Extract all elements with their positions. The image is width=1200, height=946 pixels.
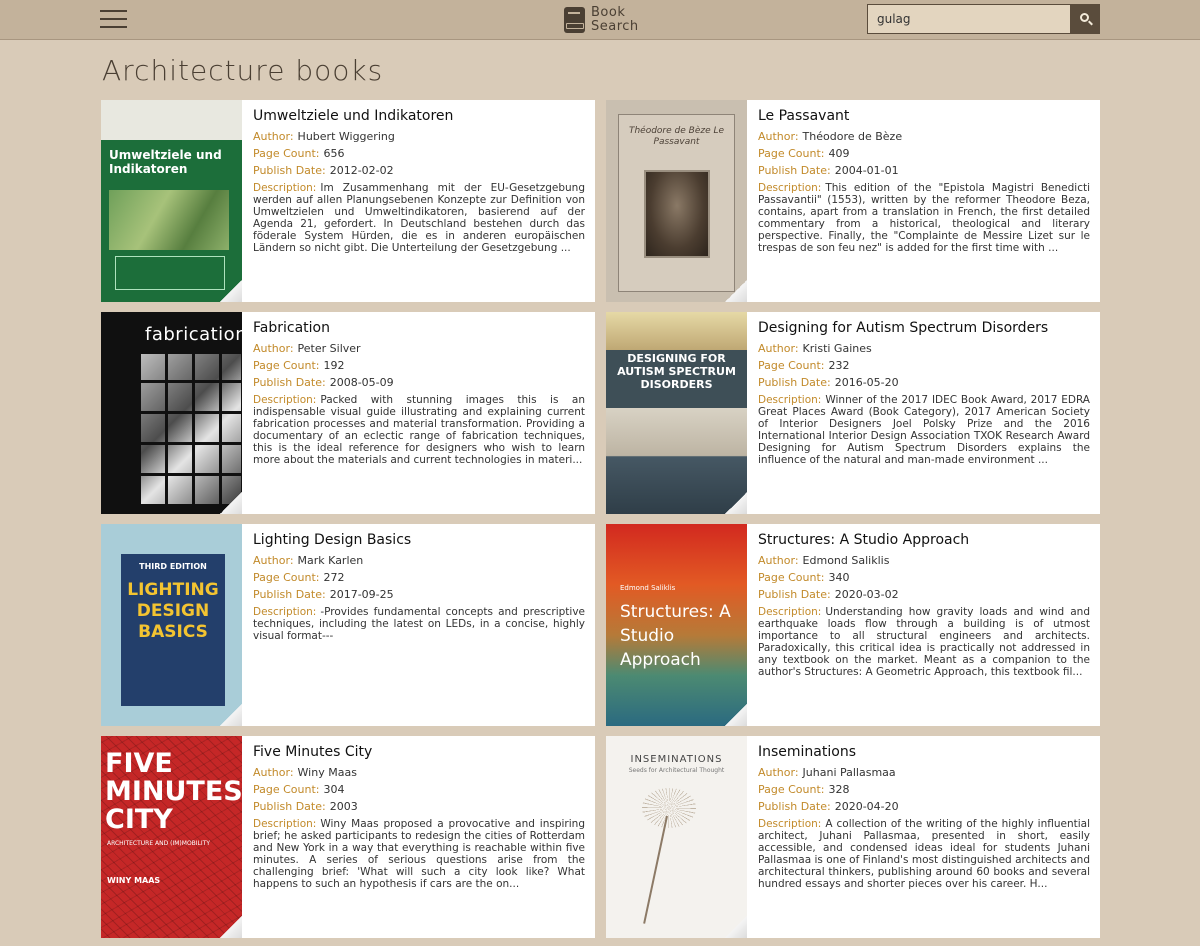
book-author: Juhani Pallasmaa <box>802 766 896 779</box>
book-page-count: 304 <box>323 783 345 796</box>
book-card[interactable]: Théodore de Bèze Le Passavant Le Passava… <box>606 100 1100 302</box>
book-card[interactable]: Umweltziele und Indikatoren Umweltziele … <box>101 100 595 302</box>
search-input[interactable] <box>867 4 1070 34</box>
book-card[interactable]: DESIGNING FOR AUTISM SPECTRUM DISORDERS … <box>606 312 1100 514</box>
book-author: Edmond Saliklis <box>802 554 890 567</box>
book-publish-date: 2004-01-01 <box>834 164 899 177</box>
book-card[interactable]: INSEMINATIONS Seeds for Architectural Th… <box>606 736 1100 938</box>
book-author: Mark Karlen <box>297 554 364 567</box>
search-button[interactable] <box>1070 4 1100 34</box>
book-cover[interactable]: Edmond Saliklis Structures: A Studio App… <box>606 524 747 726</box>
book-description: Description: Winy Maas proposed a provoca… <box>253 818 585 890</box>
book-author: Winy Maas <box>297 766 357 779</box>
book-cover[interactable]: Théodore de Bèze Le Passavant <box>606 100 747 302</box>
book-publish-date: 2020-04-20 <box>834 800 899 813</box>
book-page-count: 192 <box>323 359 345 372</box>
book-page-count: 340 <box>828 571 850 584</box>
book-card[interactable]: fabrication Fabrication Author: Peter Sil… <box>101 312 595 514</box>
book-author: Kristi Gaines <box>802 342 872 355</box>
page-title: Architecture books <box>102 54 384 87</box>
book-page-count: 232 <box>828 359 850 372</box>
book-cover[interactable]: Umweltziele und Indikatoren <box>101 100 242 302</box>
book-cover[interactable]: FIVE MINUTES CITY ARCHITECTURE AND (IM)M… <box>101 736 242 938</box>
book-cover[interactable]: fabrication <box>101 312 242 514</box>
book-description: Description: Winner of the 2017 IDEC Book… <box>758 394 1090 466</box>
book-cover[interactable]: DESIGNING FOR AUTISM SPECTRUM DISORDERS <box>606 312 747 514</box>
book-author: Peter Silver <box>297 342 361 355</box>
book-description: Description: This edition of the "Epistol… <box>758 182 1090 254</box>
book-description: Description: -Provides fundamental concep… <box>253 606 585 642</box>
menu-icon[interactable] <box>100 9 127 30</box>
book-publish-date: 2008-05-09 <box>329 376 394 389</box>
search-bar <box>867 4 1100 34</box>
brand-name: Book Search <box>591 5 639 34</box>
book-title[interactable]: Le Passavant <box>758 108 1090 124</box>
book-icon <box>564 7 585 33</box>
book-page-count: 328 <box>828 783 850 796</box>
book-card[interactable]: Edmond Saliklis Structures: A Studio App… <box>606 524 1100 726</box>
book-page-count: 409 <box>828 147 850 160</box>
book-card[interactable]: THIRD EDITION LIGHTING DESIGN BASICS Lig… <box>101 524 595 726</box>
book-description: Description: A collection of the writing … <box>758 818 1090 890</box>
book-publish-date: 2003 <box>329 800 358 813</box>
book-title[interactable]: Five Minutes City <box>253 744 585 760</box>
book-author: Hubert Wiggering <box>297 130 395 143</box>
book-publish-date: 2020-03-02 <box>834 588 899 601</box>
book-publish-date: 2016-05-20 <box>834 376 899 389</box>
book-publish-date: 2017-09-25 <box>329 588 394 601</box>
book-page-count: 272 <box>323 571 345 584</box>
book-cover[interactable]: THIRD EDITION LIGHTING DESIGN BASICS <box>101 524 242 726</box>
book-description: Description: Packed with stunning images … <box>253 394 585 466</box>
book-cover[interactable]: INSEMINATIONS Seeds for Architectural Th… <box>606 736 747 938</box>
book-title[interactable]: Structures: A Studio Approach <box>758 532 1090 548</box>
book-page-count: 656 <box>323 147 345 160</box>
top-bar: Book Search <box>0 0 1200 40</box>
book-description: Description: Understanding how gravity lo… <box>758 606 1090 678</box>
book-card[interactable]: FIVE MINUTES CITY ARCHITECTURE AND (IM)M… <box>101 736 595 938</box>
book-description: Description: Im Zusammenhang mit der EU-G… <box>253 182 585 254</box>
book-title[interactable]: Fabrication <box>253 320 585 336</box>
book-title[interactable]: Lighting Design Basics <box>253 532 585 548</box>
book-author: Théodore de Bèze <box>802 130 903 143</box>
book-title[interactable]: Designing for Autism Spectrum Disorders <box>758 320 1090 336</box>
book-publish-date: 2012-02-02 <box>329 164 394 177</box>
book-title[interactable]: Inseminations <box>758 744 1090 760</box>
brand-logo[interactable]: Book Search <box>564 5 639 35</box>
book-title[interactable]: Umweltziele und Indikatoren <box>253 108 585 124</box>
